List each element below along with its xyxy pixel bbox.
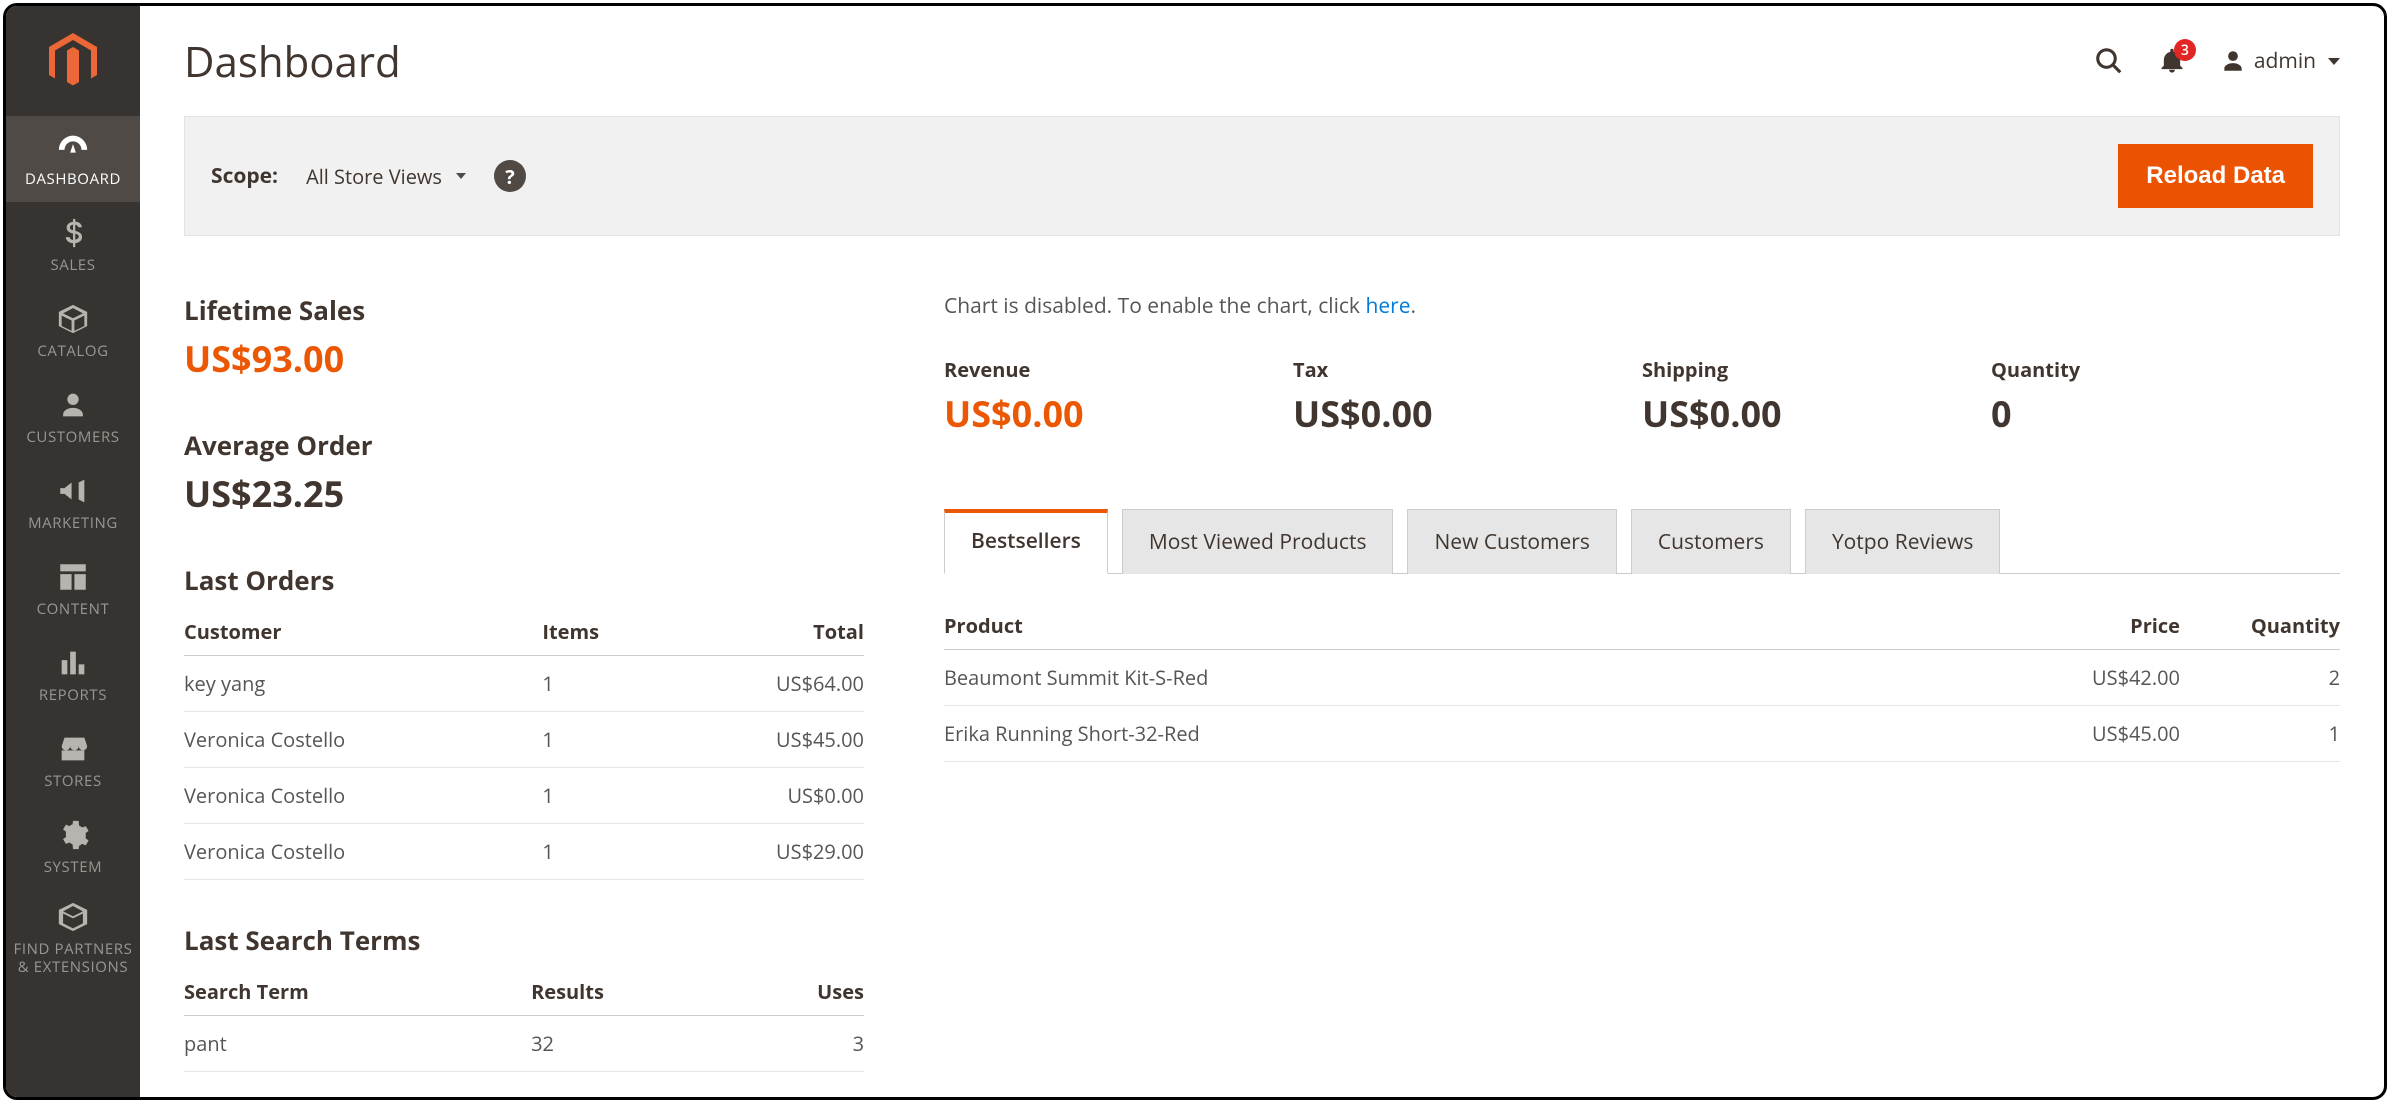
tab-customers[interactable]: Customers [1631, 509, 1791, 574]
enable-chart-link[interactable]: here [1365, 292, 1410, 320]
col-customer: Customer [184, 608, 542, 656]
chevron-down-icon [456, 173, 466, 179]
col-price: Price [2020, 602, 2180, 650]
admin-sidebar: DASHBOARD SALES CATALOG CUSTOMERS MARKET [6, 6, 140, 1097]
table-row[interactable]: Beaumont Summit Kit-S-RedUS$42.002 [944, 650, 2340, 706]
tab-new-customers[interactable]: New Customers [1407, 509, 1616, 574]
table-row[interactable]: pant323 [184, 1016, 864, 1072]
table-row[interactable]: key yang1US$64.00 [184, 656, 864, 712]
col-uses: Uses [734, 968, 864, 1016]
user-menu[interactable]: admin [2220, 47, 2340, 75]
tab-yotpo-reviews[interactable]: Yotpo Reviews [1805, 509, 2000, 574]
table-row[interactable]: Veronica Costello1US$0.00 [184, 768, 864, 824]
last-orders-block: Last Orders Customer Items Total key yan… [184, 562, 864, 880]
average-order-value: US$23.25 [184, 469, 864, 518]
dollar-icon [56, 216, 90, 250]
col-results: Results [531, 968, 734, 1016]
help-icon[interactable]: ? [494, 160, 526, 192]
nav-customers[interactable]: CUSTOMERS [6, 374, 140, 460]
chart-disabled-message: Chart is disabled. To enable the chart, … [944, 292, 2340, 320]
magento-logo[interactable] [6, 6, 140, 116]
nav-find-partners[interactable]: FIND PARTNERS & EXTENSIONS [6, 890, 140, 986]
stat-revenue: Revenue US$0.00 [944, 356, 1293, 438]
nav-label: CATALOG [37, 341, 108, 361]
nav-reports[interactable]: REPORTS [6, 632, 140, 718]
page-title: Dashboard [184, 33, 2094, 90]
nav-label: MARKETING [28, 513, 118, 533]
storefront-icon [56, 732, 90, 766]
last-search-table: Search Term Results Uses pant323 [184, 968, 864, 1072]
last-orders-title: Last Orders [184, 562, 864, 598]
nav-stores[interactable]: STORES [6, 718, 140, 804]
col-quantity: Quantity [2180, 602, 2340, 650]
lifetime-sales-block: Lifetime Sales US$93.00 [184, 292, 864, 383]
average-order-title: Average Order [184, 427, 864, 463]
person-icon [56, 388, 90, 422]
last-orders-table: Customer Items Total key yang1US$64.00 V… [184, 608, 864, 880]
gear-icon [56, 818, 90, 852]
chevron-down-icon [2328, 58, 2340, 65]
dashboard-tabs: Bestsellers Most Viewed Products New Cus… [944, 508, 2340, 574]
nav-marketing[interactable]: MARKETING [6, 460, 140, 546]
nav-label: CONTENT [37, 599, 110, 619]
col-items: Items [542, 608, 668, 656]
page-header: Dashboard 3 admin [184, 6, 2340, 116]
user-icon [2220, 48, 2246, 74]
stat-revenue-value: US$0.00 [944, 389, 1293, 438]
average-order-block: Average Order US$23.25 [184, 427, 864, 518]
nav-sales[interactable]: SALES [6, 202, 140, 288]
notifications-icon[interactable]: 3 [2158, 47, 2186, 75]
table-row[interactable]: Veronica Costello1US$45.00 [184, 712, 864, 768]
col-total: Total [668, 608, 864, 656]
col-term: Search Term [184, 968, 531, 1016]
tab-most-viewed[interactable]: Most Viewed Products [1122, 509, 1394, 574]
lifetime-sales-value: US$93.00 [184, 334, 864, 383]
nav-system[interactable]: SYSTEM [6, 804, 140, 890]
user-name: admin [2254, 47, 2316, 75]
stat-tax: Tax US$0.00 [1293, 356, 1642, 438]
scope-select[interactable]: All Store Views [306, 163, 466, 190]
lifetime-sales-title: Lifetime Sales [184, 292, 864, 328]
scope-value: All Store Views [306, 163, 442, 190]
stat-shipping-value: US$0.00 [1642, 389, 1991, 438]
nav-label: FIND PARTNERS & EXTENSIONS [14, 939, 133, 977]
table-row[interactable]: Veronica Costello1US$29.00 [184, 824, 864, 880]
reload-data-button[interactable]: Reload Data [2118, 144, 2313, 208]
bestsellers-table: Product Price Quantity Beaumont Summit K… [944, 602, 2340, 762]
stats-row: Revenue US$0.00 Tax US$0.00 Shipping US$… [944, 356, 2340, 438]
nav-catalog[interactable]: CATALOG [6, 288, 140, 374]
nav-content[interactable]: CONTENT [6, 546, 140, 632]
stat-quantity-value: 0 [1991, 389, 2340, 438]
last-search-block: Last Search Terms Search Term Results Us… [184, 922, 864, 1072]
notification-count-badge: 3 [2174, 39, 2196, 61]
nav-label: SALES [50, 255, 95, 275]
col-product: Product [944, 602, 2020, 650]
layout-icon [56, 560, 90, 594]
bar-chart-icon [56, 646, 90, 680]
dashboard-icon [56, 130, 90, 164]
nav-label: STORES [44, 771, 102, 791]
tab-bestsellers[interactable]: Bestsellers [944, 509, 1108, 574]
search-icon[interactable] [2094, 46, 2124, 76]
scope-bar: Scope: All Store Views ? Reload Data [184, 116, 2340, 236]
box-icon [56, 302, 90, 336]
nav-label: REPORTS [39, 685, 107, 705]
main-content: Dashboard 3 admin Scope: All Store V [140, 6, 2384, 1097]
stat-shipping: Shipping US$0.00 [1642, 356, 1991, 438]
stat-quantity: Quantity 0 [1991, 356, 2340, 438]
partners-icon [56, 900, 90, 934]
table-row[interactable]: Erika Running Short-32-RedUS$45.001 [944, 706, 2340, 762]
last-search-title: Last Search Terms [184, 922, 864, 958]
scope-label: Scope: [211, 162, 278, 190]
stat-tax-value: US$0.00 [1293, 389, 1642, 438]
nav-label: SYSTEM [44, 857, 103, 877]
nav-label: DASHBOARD [25, 169, 121, 189]
nav-dashboard[interactable]: DASHBOARD [6, 116, 140, 202]
megaphone-icon [56, 474, 90, 508]
nav-label: CUSTOMERS [26, 427, 119, 447]
